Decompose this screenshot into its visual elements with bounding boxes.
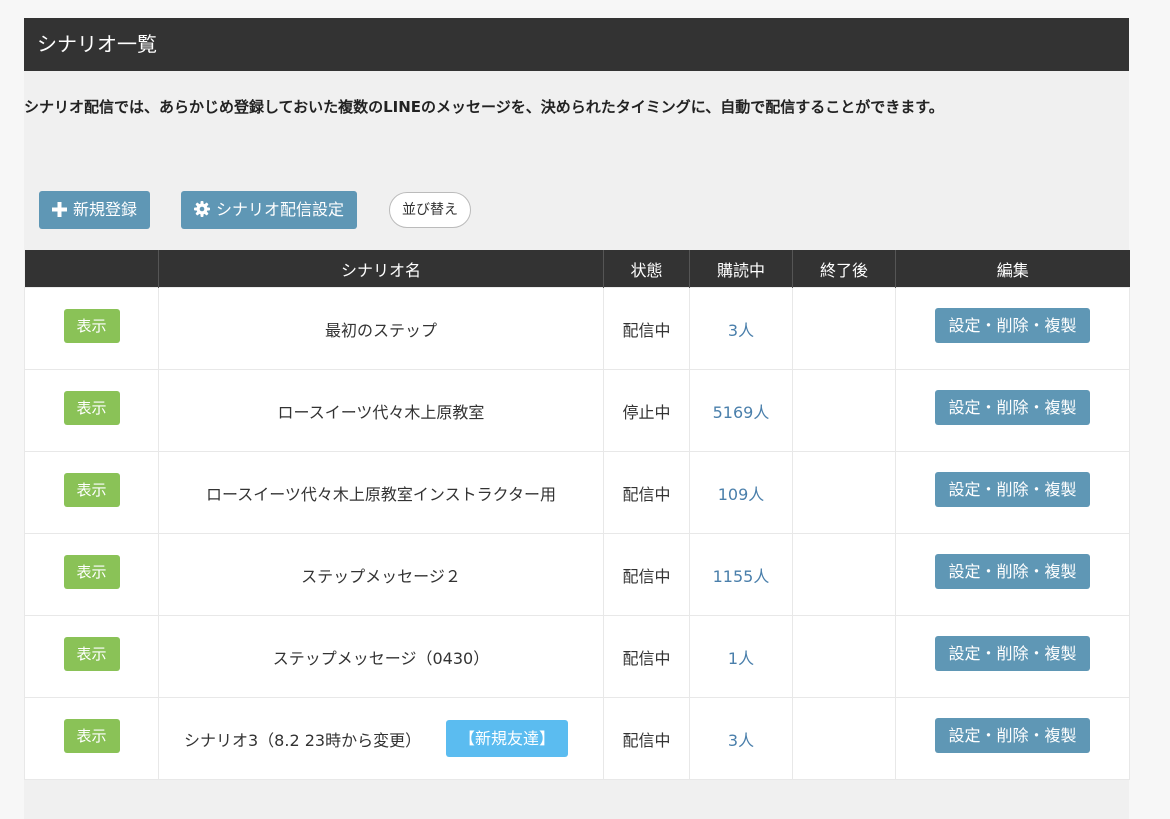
scenario-status: 配信中: [603, 451, 690, 534]
scenario-list-panel: シナリオ一覧 シナリオ配信では、あらかじめ登録しておいた複数のLINEのメッセー…: [24, 18, 1130, 819]
show-button[interactable]: 表示: [63, 308, 120, 343]
table-row: 表示 最初のステップ 配信中 3人 設定・削除・複製: [24, 287, 1130, 370]
sort-button[interactable]: 並び替え: [389, 192, 471, 228]
table-row: 表示 ステップメッセージ（0430） 配信中 1人 設定・削除・複製: [24, 615, 1130, 698]
edit-button[interactable]: 設定・削除・複製: [935, 554, 1090, 589]
subscriber-count-link[interactable]: 3人: [728, 731, 754, 750]
column-header-name: シナリオ名: [158, 250, 604, 288]
scenario-table: シナリオ名 状態 購読中 終了後 編集 表示 最初のステップ 配信中 3人 設定…: [24, 250, 1130, 780]
new-scenario-button[interactable]: 新規登録: [39, 191, 150, 229]
page-description: シナリオ配信では、あらかじめ登録しておいた複数のLINEのメッセージを、決められ…: [24, 98, 944, 116]
scenario-name: ステップメッセージ２: [158, 533, 604, 616]
after-end-cell: [792, 369, 896, 452]
scenario-name: 最初のステップ: [158, 287, 604, 370]
subscriber-count-link[interactable]: 3人: [728, 321, 754, 340]
after-end-cell: [792, 615, 896, 698]
new-friend-badge: 【新規友達】: [446, 720, 568, 757]
scenario-name: ステップメッセージ（0430）: [158, 615, 604, 698]
scenario-name: ロースイーツ代々木上原教室: [158, 369, 604, 452]
show-button[interactable]: 表示: [63, 636, 120, 671]
after-end-cell: [792, 451, 896, 534]
table-row: 表示 ロースイーツ代々木上原教室インストラクター用 配信中 109人 設定・削除…: [24, 451, 1130, 534]
scenario-settings-label: シナリオ配信設定: [215, 200, 344, 219]
after-end-cell: [792, 697, 896, 780]
table-row: 表示 シナリオ3（8.2 23時から変更） 【新規友達】 配信中 3人 設定・削…: [24, 697, 1130, 780]
column-header-edit: 編集: [895, 250, 1130, 288]
scenario-name: シナリオ3（8.2 23時から変更）: [184, 730, 422, 750]
scenario-status: 配信中: [603, 287, 690, 370]
show-button[interactable]: 表示: [63, 472, 120, 507]
page-title: シナリオ一覧: [24, 18, 1129, 71]
subscriber-count-link[interactable]: 1人: [728, 649, 754, 668]
edit-button[interactable]: 設定・削除・複製: [935, 308, 1090, 343]
subscriber-count-link[interactable]: 109人: [718, 485, 765, 504]
show-button[interactable]: 表示: [63, 718, 120, 753]
scenario-settings-button[interactable]: シナリオ配信設定: [181, 191, 357, 229]
plus-icon: [51, 193, 67, 231]
scenario-status: 配信中: [603, 697, 690, 780]
column-header-subscribers: 購読中: [689, 250, 793, 288]
table-row: 表示 ステップメッセージ２ 配信中 1155人 設定・削除・複製: [24, 533, 1130, 616]
edit-button[interactable]: 設定・削除・複製: [935, 718, 1090, 753]
scenario-name-wrapper: シナリオ3（8.2 23時から変更） 【新規友達】: [159, 698, 603, 779]
column-header-after-end: 終了後: [792, 250, 896, 288]
edit-button[interactable]: 設定・削除・複製: [935, 636, 1090, 671]
scenario-name: ロースイーツ代々木上原教室インストラクター用: [158, 451, 604, 534]
scenario-status: 配信中: [603, 533, 690, 616]
subscriber-count-link[interactable]: 1155人: [713, 567, 770, 586]
show-button[interactable]: 表示: [63, 554, 120, 589]
edit-button[interactable]: 設定・削除・複製: [935, 472, 1090, 507]
gear-icon: [193, 193, 210, 231]
scenario-status: 配信中: [603, 615, 690, 698]
table-row: 表示 ロースイーツ代々木上原教室 停止中 5169人 設定・削除・複製: [24, 369, 1130, 452]
subscriber-count-link[interactable]: 5169人: [713, 403, 770, 422]
table-header-row: シナリオ名 状態 購読中 終了後 編集: [24, 250, 1130, 288]
edit-button[interactable]: 設定・削除・複製: [935, 390, 1090, 425]
after-end-cell: [792, 533, 896, 616]
show-button[interactable]: 表示: [63, 390, 120, 425]
scenario-status: 停止中: [603, 369, 690, 452]
new-scenario-label: 新規登録: [72, 200, 137, 219]
column-header-show: [24, 250, 159, 288]
column-header-status: 状態: [603, 250, 690, 288]
after-end-cell: [792, 287, 896, 370]
